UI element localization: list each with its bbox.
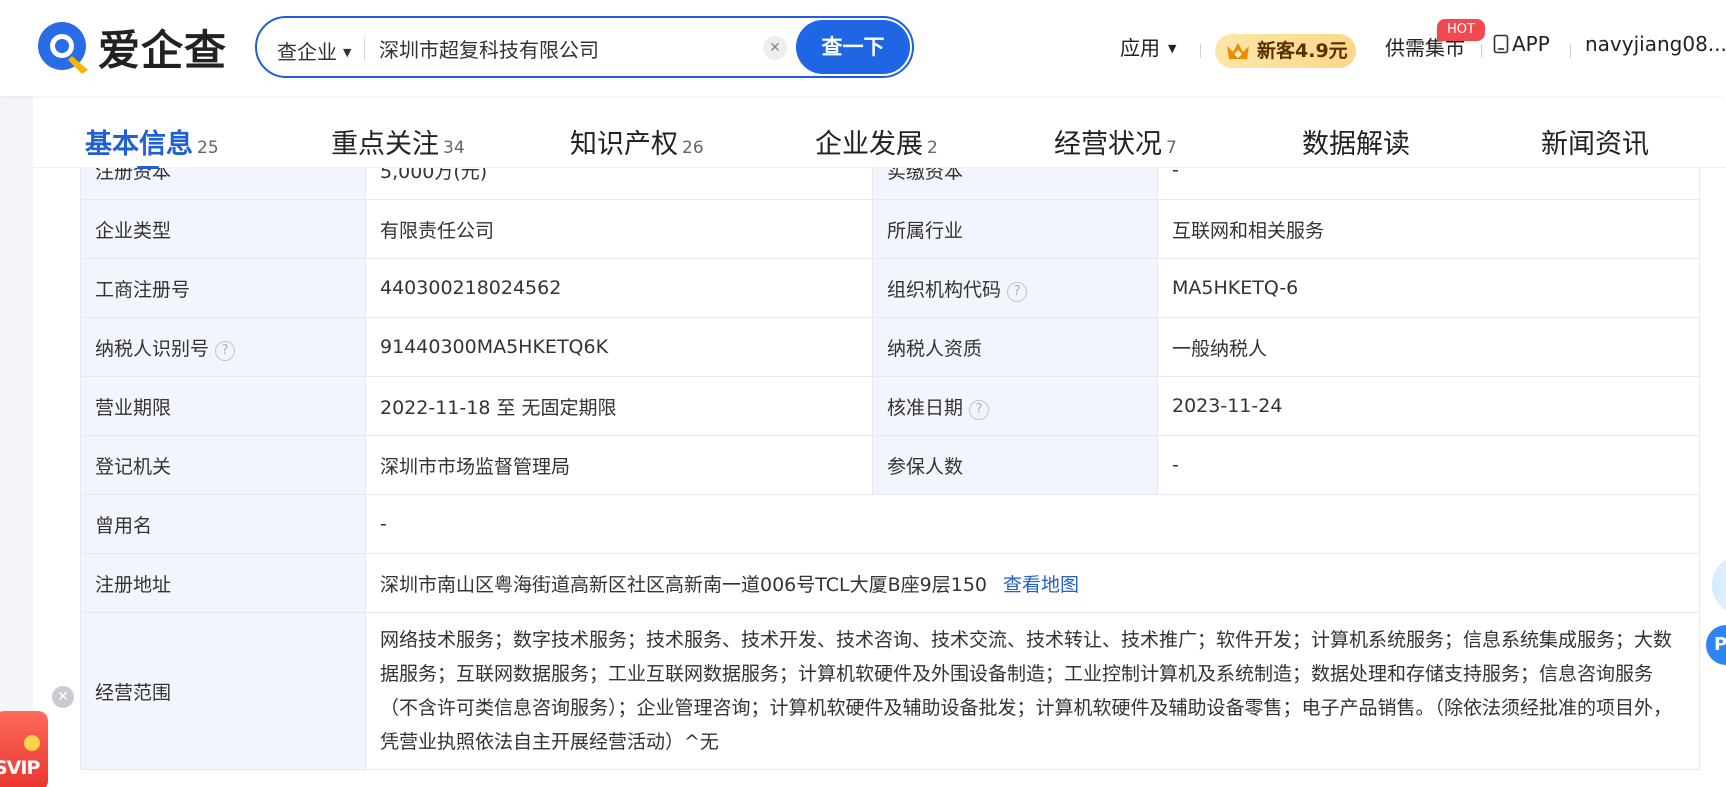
search-input[interactable] — [379, 28, 759, 68]
active-tab-indicator — [137, 166, 159, 169]
table-row: 纳税人识别号? 91440300MA5HKETQ6K 纳税人资质 一般纳税人 — [80, 317, 1700, 377]
approval-date-value: 2023-11-24 — [1157, 376, 1700, 436]
tab-operating-status[interactable]: 经营状况 7 — [1054, 122, 1177, 161]
business-term-label: 营业期限 — [80, 376, 366, 436]
taxpayer-id-value: 91440300MA5HKETQ6K — [365, 317, 873, 377]
table-row: 注册地址 深圳市南山区粤海街道高新区社区高新南一道006号TCL大厦B座9层15… — [80, 553, 1700, 613]
help-icon[interactable]: ? — [1007, 281, 1028, 302]
tab-count: 7 — [1166, 138, 1177, 158]
table-row: 经营范围 网络技术服务；数字技术服务；技术服务、技术开发、技术咨询、技术交流、技… — [80, 612, 1700, 770]
approval-date-label: 核准日期 — [887, 396, 964, 419]
nav-divider — [1570, 44, 1571, 58]
industry-label: 所属行业 — [872, 199, 1158, 259]
business-scope-label: 经营范围 — [80, 612, 366, 770]
tab-label: 经营状况 — [1054, 129, 1162, 160]
app-label: APP — [1512, 32, 1550, 56]
close-float-icon[interactable]: ✕ — [52, 686, 74, 708]
tab-count: 34 — [443, 138, 465, 158]
user-menu[interactable]: navyjiang08... — [1585, 32, 1726, 56]
apps-menu[interactable]: 应用 ▼ — [1120, 32, 1176, 61]
table-row: 企业类型 有限责任公司 所属行业 互联网和相关服务 — [80, 199, 1700, 259]
crown-icon — [1227, 43, 1249, 59]
tab-key-focus[interactable]: 重点关注 34 — [331, 122, 465, 161]
top-bar: 爱企查 查企业▼ ✕ 查一下 应用▼ 新客4.9元 供需集市 HOT APP n… — [0, 0, 1726, 96]
coin-icon — [24, 735, 40, 751]
svip-float-widget[interactable]: SVIP — [0, 711, 48, 787]
help-icon[interactable]: ? — [215, 340, 236, 361]
industry-value: 互联网和相关服务 — [1157, 199, 1700, 259]
tab-label: 数据解读 — [1302, 129, 1410, 160]
nav-divider — [1200, 44, 1201, 58]
caret-down-icon: ▼ — [1168, 42, 1177, 55]
search-type-dropdown[interactable]: 查企业 ▼ — [277, 36, 351, 65]
apps-menu-label: 应用 — [1120, 36, 1160, 60]
approval-date-cell: 核准日期? — [872, 376, 1158, 436]
tab-count: 2 — [927, 138, 938, 158]
company-type-value: 有限责任公司 — [365, 199, 873, 259]
clear-icon[interactable]: ✕ — [763, 36, 787, 60]
tab-basic-info[interactable]: 基本信息 25 — [85, 122, 219, 161]
svip-label: SVIP — [0, 757, 40, 779]
company-type-label: 企业类型 — [80, 199, 366, 259]
registration-number-value: 440300218024562 — [365, 258, 873, 318]
app-download-link[interactable]: APP — [1493, 32, 1550, 56]
business-scope-value: 网络技术服务；数字技术服务；技术服务、技术开发、技术咨询、技术交流、技术转让、技… — [365, 612, 1700, 770]
registered-address-value: 深圳市南山区粤海街道高新区社区高新南一道006号TCL大厦B座9层150 — [380, 573, 987, 596]
registered-address-cell: 深圳市南山区粤海街道高新区社区高新南一道006号TCL大厦B座9层150 查看地图 — [365, 553, 1700, 613]
tab-company-development[interactable]: 企业发展 2 — [815, 122, 938, 161]
taxpayer-id-cell: 纳税人识别号? — [80, 317, 366, 377]
table-row: 营业期限 2022-11-18 至 无固定期限 核准日期? 2023-11-24 — [80, 376, 1700, 436]
tab-count: 25 — [197, 138, 219, 158]
logo-text: 爱企查 — [98, 26, 228, 75]
table-row: 工商注册号 440300218024562 组织机构代码? MA5HKETQ-6 — [80, 258, 1700, 318]
logo-q-icon — [38, 21, 88, 74]
company-info-table: 注册资本 5,000万(元) 实缴资本 - 企业类型 有限责任公司 所属行业 互… — [80, 140, 1700, 770]
tab-label: 新闻资讯 — [1541, 129, 1649, 160]
hot-badge: HOT — [1437, 19, 1485, 41]
view-map-link[interactable]: 查看地图 — [1003, 574, 1079, 596]
help-icon[interactable]: ? — [969, 399, 990, 420]
tab-data-insights[interactable]: 数据解读 — [1302, 122, 1410, 161]
phone-icon — [1493, 34, 1509, 54]
search-box: 查企业 ▼ ✕ 查一下 — [255, 16, 914, 78]
business-term-value: 2022-11-18 至 无固定期限 — [365, 376, 873, 436]
tab-intellectual-property[interactable]: 知识产权 26 — [570, 122, 704, 161]
former-name-label: 曾用名 — [80, 494, 366, 554]
tab-news[interactable]: 新闻资讯 — [1541, 122, 1649, 161]
registration-authority-label: 登记机关 — [80, 435, 366, 495]
insured-count-label: 参保人数 — [872, 435, 1158, 495]
section-tabs: 基本信息 25 重点关注 34 知识产权 26 企业发展 2 经营状况 7 数据解读 新闻… — [33, 96, 1726, 168]
tab-label: 基本信息 — [85, 129, 193, 160]
caret-down-icon: ▼ — [343, 46, 352, 59]
former-name-value: - — [365, 494, 1700, 554]
logo[interactable]: 爱企查 — [34, 17, 227, 78]
org-code-label: 组织机构代码 — [887, 278, 1002, 301]
new-customer-promo[interactable]: 新客4.9元 — [1215, 34, 1356, 68]
search-divider — [364, 37, 365, 61]
registered-address-label: 注册地址 — [80, 553, 366, 613]
registration-number-label: 工商注册号 — [80, 258, 366, 318]
org-code-value: MA5HKETQ-6 — [1157, 258, 1700, 318]
search-type-label: 查企业 — [277, 40, 337, 64]
insured-count-value: - — [1157, 435, 1700, 495]
org-code-cell: 组织机构代码? — [872, 258, 1158, 318]
nav-divider — [1481, 44, 1482, 58]
table-row: 登记机关 深圳市市场监督管理局 参保人数 - — [80, 435, 1700, 495]
tab-label: 知识产权 — [570, 129, 678, 160]
tab-label: 企业发展 — [815, 129, 923, 160]
search-button[interactable]: 查一下 — [796, 20, 910, 74]
promo-label: 新客4.9元 — [1257, 40, 1348, 62]
tab-count: 26 — [682, 138, 704, 158]
table-row: 曾用名 - — [80, 494, 1700, 554]
tab-label: 重点关注 — [331, 129, 439, 160]
taxpayer-qualification-label: 纳税人资质 — [872, 317, 1158, 377]
taxpayer-qualification-value: 一般纳税人 — [1157, 317, 1700, 377]
taxpayer-id-label: 纳税人识别号 — [95, 337, 210, 360]
basic-info-panel: 注册资本 5,000万(元) 实缴资本 - 企业类型 有限责任公司 所属行业 互… — [33, 140, 1726, 787]
registration-authority-value: 深圳市市场监督管理局 — [365, 435, 873, 495]
